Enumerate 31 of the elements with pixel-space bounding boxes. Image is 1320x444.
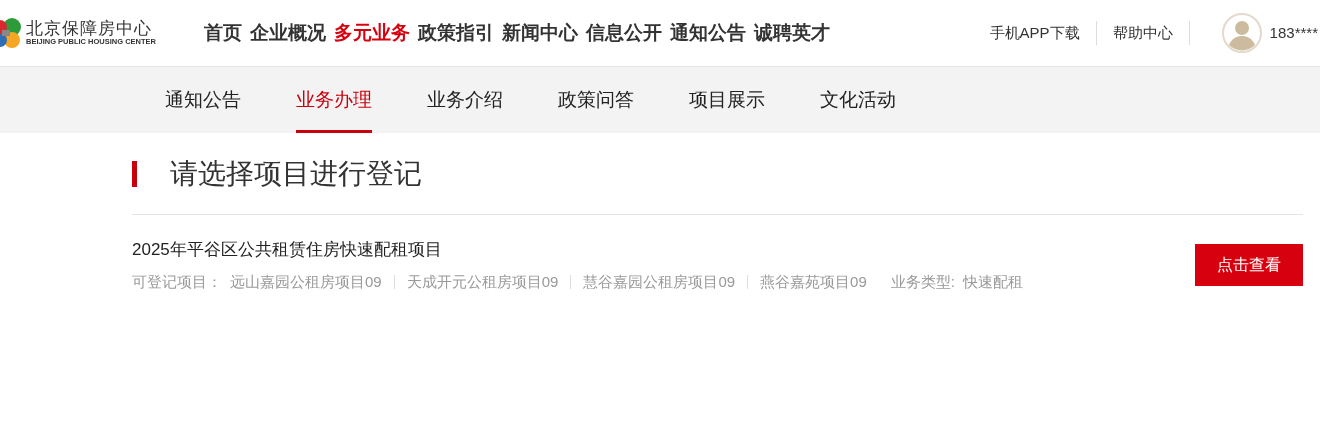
tab[interactable]: 项目展示 <box>689 67 765 133</box>
meta-label: 可登记项目： <box>132 271 222 292</box>
project-item: 远山嘉园公租房项目09 <box>230 271 382 292</box>
tab[interactable]: 文化活动 <box>820 67 896 133</box>
avatar-icon[interactable] <box>1221 13 1262 53</box>
tab[interactable]: 业务办理 <box>296 67 372 133</box>
user-name[interactable]: 183**** <box>1269 21 1318 45</box>
header-link[interactable]: 帮助中心 <box>1112 21 1173 45</box>
nav-link-item[interactable]: 通知公告 <box>670 18 746 48</box>
nav-link-item[interactable]: 信息公开 <box>586 18 662 48</box>
project-item: 慧谷嘉园公租房项目09 <box>583 271 736 292</box>
view-button[interactable]: 点击查看 <box>1195 244 1303 286</box>
logo-title: 北京保障房中心 <box>26 19 153 39</box>
project-item: 天成开元公租房项目09 <box>406 271 559 292</box>
project-item: 燕谷嘉苑项目09 <box>760 271 867 292</box>
header-link[interactable]: 手机APP下载 <box>989 21 1080 45</box>
project-title: 2025年平谷区公共租赁住房快速配租项目 <box>132 239 443 261</box>
nav-link-item[interactable]: 企业概况 <box>250 18 326 48</box>
nav-link-item[interactable]: 首页 <box>204 18 242 48</box>
nav-link-item[interactable]: 多元业务 <box>334 18 410 48</box>
business-type: 快速配租 <box>962 271 1023 292</box>
nav-link-item[interactable]: 诚聘英才 <box>754 18 830 48</box>
nav-link-item[interactable]: 政策指引 <box>418 18 494 48</box>
nav-link-item[interactable]: 新闻中心 <box>502 18 578 48</box>
tab[interactable]: 政策问答 <box>558 67 634 133</box>
tab[interactable]: 业务介绍 <box>427 67 503 133</box>
meta-label: 业务类型: <box>890 271 955 292</box>
title-bar <box>132 160 137 187</box>
tab[interactable]: 通知公告 <box>165 67 241 133</box>
section-title: 请选择项目进行登记 <box>170 156 422 191</box>
logo-icon <box>0 18 22 48</box>
